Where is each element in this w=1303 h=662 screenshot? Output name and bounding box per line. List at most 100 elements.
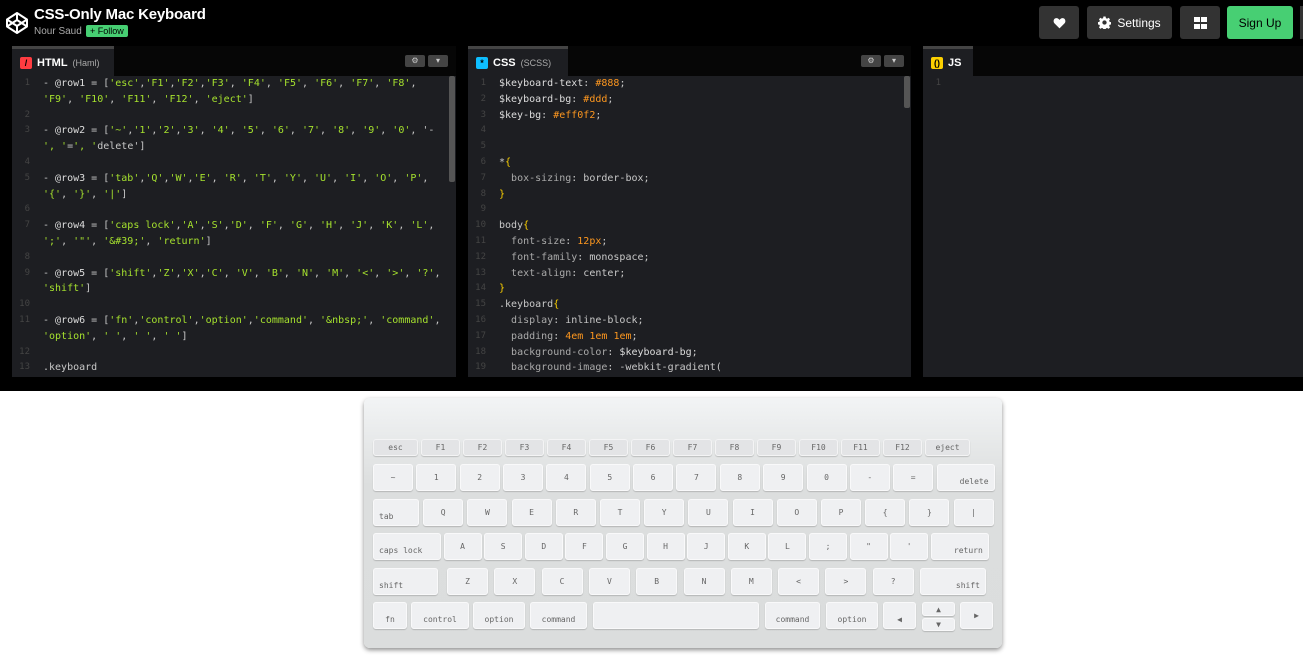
key-sym39[interactable]: ' — [890, 533, 929, 560]
html-code[interactable]: 1 - @row1 = ['esc','F1','F2','F3', 'F4', … — [12, 76, 448, 377]
key-f1[interactable]: F1 — [421, 439, 460, 456]
code-line[interactable]: 18 background-color: $keyboard-bg; — [468, 345, 903, 361]
key-f3[interactable]: F3 — [505, 439, 544, 456]
key-fn-0[interactable]: fn — [373, 602, 407, 629]
key-shift[interactable]: shift — [373, 568, 438, 595]
code-line[interactable]: 'shift'] — [12, 281, 448, 297]
code-line[interactable]: 19 background-image: -webkit-gradient( — [468, 360, 903, 376]
code-line[interactable]: 5 — [468, 139, 903, 155]
key-f4[interactable]: F4 — [547, 439, 586, 456]
key-z[interactable]: Z — [447, 568, 488, 595]
html-collapse-icon[interactable]: ▾ — [428, 55, 448, 67]
code-line[interactable]: ';', '"', '&#39;', 'return'] — [12, 234, 448, 250]
key-esc[interactable]: esc — [373, 439, 418, 456]
code-line[interactable]: 13 .keyboard — [12, 360, 448, 376]
code-line[interactable]: 7 - @row4 = ['caps lock','A','S','D', 'F'… — [12, 218, 448, 234]
key-f5[interactable]: F5 — [589, 439, 628, 456]
pane-divider-2[interactable] — [911, 46, 923, 377]
key-f[interactable]: F — [565, 533, 604, 560]
code-line[interactable]: 7 box-sizing: border-box; — [468, 171, 903, 187]
key-caps-lock[interactable]: caps lock — [373, 533, 441, 560]
key-space[interactable] — [593, 602, 759, 629]
key-v[interactable]: V — [588, 568, 630, 595]
key-g[interactable]: G — [606, 533, 644, 560]
code-line[interactable]: 'option', ' ', ' ', ' '] — [12, 329, 448, 345]
key-f12[interactable]: F12 — [883, 439, 922, 456]
code-line[interactable]: 11 - @row6 = ['fn','control','option','co… — [12, 313, 448, 329]
key-sym123[interactable]: { — [865, 499, 906, 526]
key-f9[interactable]: F9 — [757, 439, 796, 456]
layout-button[interactable] — [1180, 6, 1220, 39]
code-line[interactable]: 9 — [468, 202, 903, 218]
key-control-1[interactable]: control — [411, 602, 469, 629]
follow-button[interactable]: + Follow — [86, 25, 128, 37]
key-u[interactable]: U — [688, 499, 729, 526]
key-1[interactable]: 1 — [416, 464, 457, 491]
key-t[interactable]: T — [600, 499, 640, 526]
key-arrow-right[interactable]: ▶ — [960, 602, 993, 629]
key-h[interactable]: H — [646, 533, 685, 560]
key-e[interactable]: E — [511, 499, 552, 526]
css-collapse-icon[interactable]: ▾ — [884, 55, 904, 67]
key-sym125[interactable]: } — [909, 499, 950, 526]
key-f7[interactable]: F7 — [673, 439, 712, 456]
key-j[interactable]: J — [687, 533, 726, 560]
code-line[interactable]: 12 font-family: monospace; — [468, 250, 903, 266]
key-option-6[interactable]: option — [826, 602, 878, 629]
resize-bar[interactable] — [0, 377, 1303, 391]
code-line[interactable]: 1 $keyboard-text: #888; — [468, 76, 903, 92]
code-line[interactable]: 10 — [12, 297, 448, 313]
key-arrow-down[interactable]: ▼ — [922, 618, 955, 631]
key-n[interactable]: N — [683, 568, 725, 595]
css-scrollbar[interactable] — [903, 76, 911, 377]
code-line[interactable]: 2 $keyboard-bg: #ddd; — [468, 92, 903, 108]
code-line[interactable]: 6 *{ — [468, 155, 903, 171]
css-scroll-thumb[interactable] — [904, 76, 910, 108]
author-name[interactable]: Nour Saud — [34, 26, 82, 37]
key-s[interactable]: S — [484, 533, 523, 560]
key-d[interactable]: D — [524, 533, 563, 560]
key-tab[interactable]: tab — [373, 499, 419, 526]
code-line[interactable]: 3 - @row2 = ['~','1','2','3', '4', '5', '… — [12, 123, 448, 139]
key-a[interactable]: A — [443, 533, 482, 560]
code-line[interactable]: 4 — [468, 123, 903, 139]
tab-js[interactable]: () JS — [923, 46, 973, 76]
key-k[interactable]: K — [727, 533, 766, 560]
key-6[interactable]: 6 — [633, 464, 674, 491]
key-5[interactable]: 5 — [589, 464, 630, 491]
key-eject[interactable]: eject — [925, 439, 970, 456]
signup-button[interactable]: Sign Up — [1227, 6, 1293, 39]
key-sym45[interactable]: - — [849, 464, 890, 491]
tab-css[interactable]: * CSS (SCSS) — [468, 46, 568, 76]
key-sym60[interactable]: < — [778, 568, 820, 595]
code-line[interactable]: 8 — [12, 250, 448, 266]
code-line[interactable]: 9 - @row5 = ['shift','Z','X','C', 'V', 'B… — [12, 266, 448, 282]
css-code[interactable]: 1 $keyboard-text: #888; 2 $keyboard-bg: #dd… — [468, 76, 903, 377]
key-f6[interactable]: F6 — [631, 439, 670, 456]
code-line[interactable]: 6 — [12, 202, 448, 218]
js-code[interactable]: 1 — [923, 76, 1295, 377]
html-settings-icon[interactable]: ⚙ — [405, 55, 425, 67]
key-arrow-up[interactable]: ▲ — [922, 602, 955, 616]
key-o[interactable]: O — [776, 499, 817, 526]
key-command-3[interactable]: command — [530, 602, 587, 629]
key-command-5[interactable]: command — [765, 602, 820, 629]
code-line[interactable]: 17 padding: 4em 1em 1em; — [468, 329, 903, 345]
key-y[interactable]: Y — [644, 499, 685, 526]
code-line[interactable]: '{', '}', '|'] — [12, 187, 448, 203]
key-delete[interactable]: delete — [936, 464, 995, 491]
code-line[interactable]: 1 - @row1 = ['esc','F1','F2','F3', 'F4', … — [12, 76, 448, 92]
key-sym34[interactable]: " — [849, 533, 888, 560]
key-r[interactable]: R — [555, 499, 596, 526]
code-line[interactable]: 1 — [923, 76, 1295, 92]
css-settings-icon[interactable]: ⚙ — [861, 55, 881, 67]
tab-html[interactable]: / HTML (Haml) — [12, 46, 114, 76]
key-sym63[interactable]: ? — [872, 568, 914, 595]
key-x[interactable]: X — [494, 568, 536, 595]
key-sym62[interactable]: > — [825, 568, 867, 595]
html-scroll-thumb[interactable] — [449, 76, 455, 182]
key-f2[interactable]: F2 — [463, 439, 502, 456]
key-7[interactable]: 7 — [676, 464, 717, 491]
key-sym124[interactable]: | — [953, 499, 994, 526]
key-sym59[interactable]: ; — [809, 533, 847, 560]
